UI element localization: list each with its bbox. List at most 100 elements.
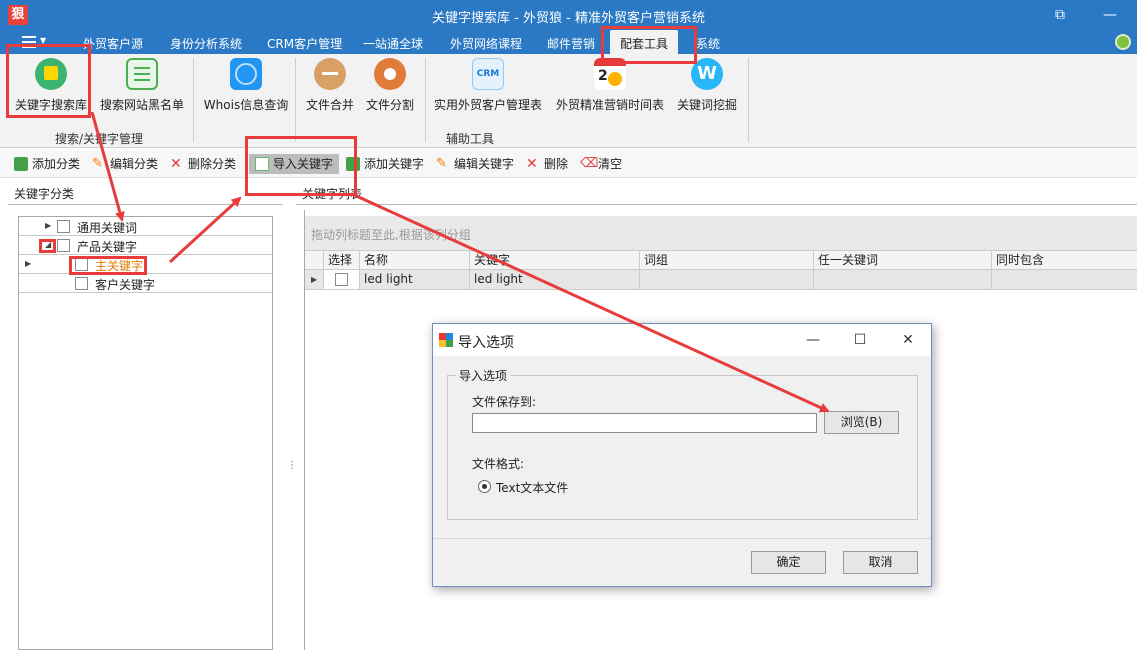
globe-icon: [230, 58, 262, 90]
group-label-search: 搜索/关键字管理: [55, 132, 144, 146]
group-by-panel[interactable]: 拖动列标题至此,根据该列分组: [305, 216, 1137, 250]
col-keyword[interactable]: 关键字: [469, 251, 639, 270]
cell-all: [991, 270, 1137, 289]
expand-icon[interactable]: ▶: [45, 221, 51, 230]
eraser-icon: ⌫: [580, 156, 599, 171]
ribbon-tabs: ▼ 外贸客户源 身份分析系统 CRM客户管理 一站通全球 外贸网络课程 邮件营销…: [0, 30, 1137, 54]
file-split-button[interactable]: 文件分割: [364, 58, 416, 113]
cell-keyword: led light: [469, 270, 639, 289]
pencil-icon: ✎: [92, 156, 103, 171]
import-keywords-button[interactable]: 导入关键字: [249, 154, 340, 174]
crm-icon: CRM: [472, 58, 504, 90]
cancel-button[interactable]: 取消: [843, 551, 918, 574]
keyword-toolbar: 添加分类 ✎ 编辑分类 ✕ 删除分类 导入关键字 添加关键字 ✎ 编辑关键字 ✕…: [0, 150, 1137, 178]
add-keyword-button[interactable]: 添加关键字: [346, 154, 424, 174]
whois-button[interactable]: Whois信息查询: [203, 58, 289, 113]
group-legend: 导入选项: [456, 367, 511, 384]
row-pointer-icon: ▶: [311, 275, 318, 284]
checklist-icon: [126, 58, 158, 90]
import-options-dialog: 导入选项 — ☐ ✕ 导入选项 文件保存到: 浏览(B) 文件格式: Text文…: [432, 323, 932, 587]
tab-courses[interactable]: 外贸网络课程: [450, 35, 522, 52]
edit-keyword-button[interactable]: ✎ 编辑关键字: [436, 154, 514, 174]
file-split-icon: [374, 58, 406, 90]
group-label-tools: 辅助工具: [446, 132, 495, 146]
minimize-icon[interactable]: —: [803, 330, 823, 350]
category-tree: ▶ 通用关键词 ◢ 产品关键字 ▶ 主关键字 客户关键字: [18, 216, 273, 650]
dialog-app-icon: [439, 333, 453, 347]
tree-checkbox[interactable]: [75, 258, 88, 271]
shopping-bag-icon: [35, 58, 67, 90]
site-blacklist-button[interactable]: 搜索网站黑名单: [98, 58, 186, 113]
text-format-label[interactable]: Text文本文件: [496, 479, 568, 496]
cell-name: led light: [359, 270, 469, 289]
col-any[interactable]: 任一关键词: [813, 251, 991, 270]
tab-tools[interactable]: 配套工具: [610, 30, 679, 54]
tab-system[interactable]: 系统: [696, 35, 720, 52]
import-options-group: 导入选项 文件保存到: 浏览(B) 文件格式: Text文本文件: [447, 367, 918, 520]
file-merge-icon: [314, 58, 346, 90]
category-pane: 关键字分类 ▶ 通用关键词 ◢ 产品关键字 ▶ 主关键字 客户关键字: [8, 180, 283, 650]
file-merge-button[interactable]: 文件合并: [304, 58, 356, 113]
edit-category-button[interactable]: ✎ 编辑分类: [92, 154, 158, 174]
import-icon: [255, 157, 269, 171]
delete-keyword-button[interactable]: ✕ 删除: [526, 154, 568, 174]
window-title: 关键字搜索库 - 外贸狼 - 精准外贸客户营销系统: [432, 11, 705, 26]
col-phrase[interactable]: 词组: [639, 251, 813, 270]
cell-any: [813, 270, 991, 289]
tree-item-main[interactable]: ▶ 主关键字: [19, 255, 272, 274]
tree-checkbox[interactable]: [57, 220, 70, 233]
pane-splitter[interactable]: ⋮: [287, 460, 297, 476]
tree-checkbox[interactable]: [57, 239, 70, 252]
tab-identity-analysis[interactable]: 身份分析系统: [170, 35, 242, 52]
add-icon: [14, 157, 28, 171]
title-bar: 狠 关键字搜索库 - 外贸狼 - 精准外贸客户营销系统 ⧉ —: [0, 0, 1137, 30]
delete-category-button[interactable]: ✕ 删除分类: [170, 154, 236, 174]
chevron-down-icon[interactable]: ▼: [40, 36, 46, 45]
tree-item-customer[interactable]: 客户关键字: [19, 274, 272, 293]
col-all[interactable]: 同时包含: [991, 251, 1137, 270]
col-name[interactable]: 名称: [359, 251, 469, 270]
delete-icon: ✕: [170, 156, 182, 172]
close-icon[interactable]: ✕: [898, 330, 918, 350]
text-format-radio[interactable]: [478, 480, 491, 493]
delete-icon: ✕: [526, 156, 538, 172]
maximize-icon[interactable]: ☐: [850, 330, 870, 350]
add-icon: [346, 157, 360, 171]
help-icon[interactable]: [1115, 34, 1131, 50]
clear-button[interactable]: ⌫ 清空: [580, 154, 622, 174]
row-checkbox[interactable]: [335, 273, 348, 286]
minimize-icon[interactable]: —: [1098, 4, 1122, 26]
tree-item-product[interactable]: ◢ 产品关键字: [19, 236, 272, 255]
browse-button[interactable]: 浏览(B): [824, 411, 899, 434]
save-to-label: 文件保存到:: [472, 395, 537, 409]
tree-item-general[interactable]: ▶ 通用关键词: [19, 217, 272, 236]
keyword-mining-button[interactable]: W 关键词挖掘: [674, 58, 740, 113]
calendar-clock-icon: 2: [594, 58, 626, 90]
tab-email-marketing[interactable]: 邮件营销: [547, 35, 595, 52]
col-select[interactable]: 选择: [323, 251, 359, 270]
marketing-schedule-button[interactable]: 2 外贸精准营销时间表: [554, 58, 666, 113]
add-category-button[interactable]: 添加分类: [14, 154, 80, 174]
keyword-library-button[interactable]: 关键字搜索库: [14, 58, 88, 113]
grid-header: 选择 名称 关键字 词组 任一关键词 同时包含: [305, 250, 1137, 270]
cell-phrase: [639, 270, 813, 289]
app-menu-icon[interactable]: [22, 36, 36, 48]
tab-crm[interactable]: CRM客户管理: [267, 35, 342, 52]
customer-table-button[interactable]: CRM 实用外贸客户管理表: [432, 58, 544, 113]
file-format-label: 文件格式:: [472, 457, 525, 471]
tab-global[interactable]: 一站通全球: [363, 35, 423, 52]
pencil-icon: ✎: [436, 156, 447, 171]
table-row[interactable]: ▶ led light led light: [305, 270, 1137, 290]
restore-icon[interactable]: ⧉: [1048, 4, 1072, 26]
tree-checkbox[interactable]: [75, 277, 88, 290]
dialog-titlebar: 导入选项 — ☐ ✕: [433, 324, 931, 356]
keyword-list-tab[interactable]: 关键字列表: [302, 185, 362, 202]
collapse-icon[interactable]: ◢: [45, 240, 51, 249]
row-pointer-icon: ▶: [25, 259, 32, 268]
ok-button[interactable]: 确定: [751, 551, 826, 574]
category-pane-title: 关键字分类: [14, 187, 75, 201]
w-logo-icon: W: [691, 58, 723, 90]
tab-customer-source[interactable]: 外贸客户源: [83, 35, 143, 52]
save-path-input[interactable]: [472, 413, 817, 433]
dialog-title: 导入选项: [458, 335, 514, 351]
